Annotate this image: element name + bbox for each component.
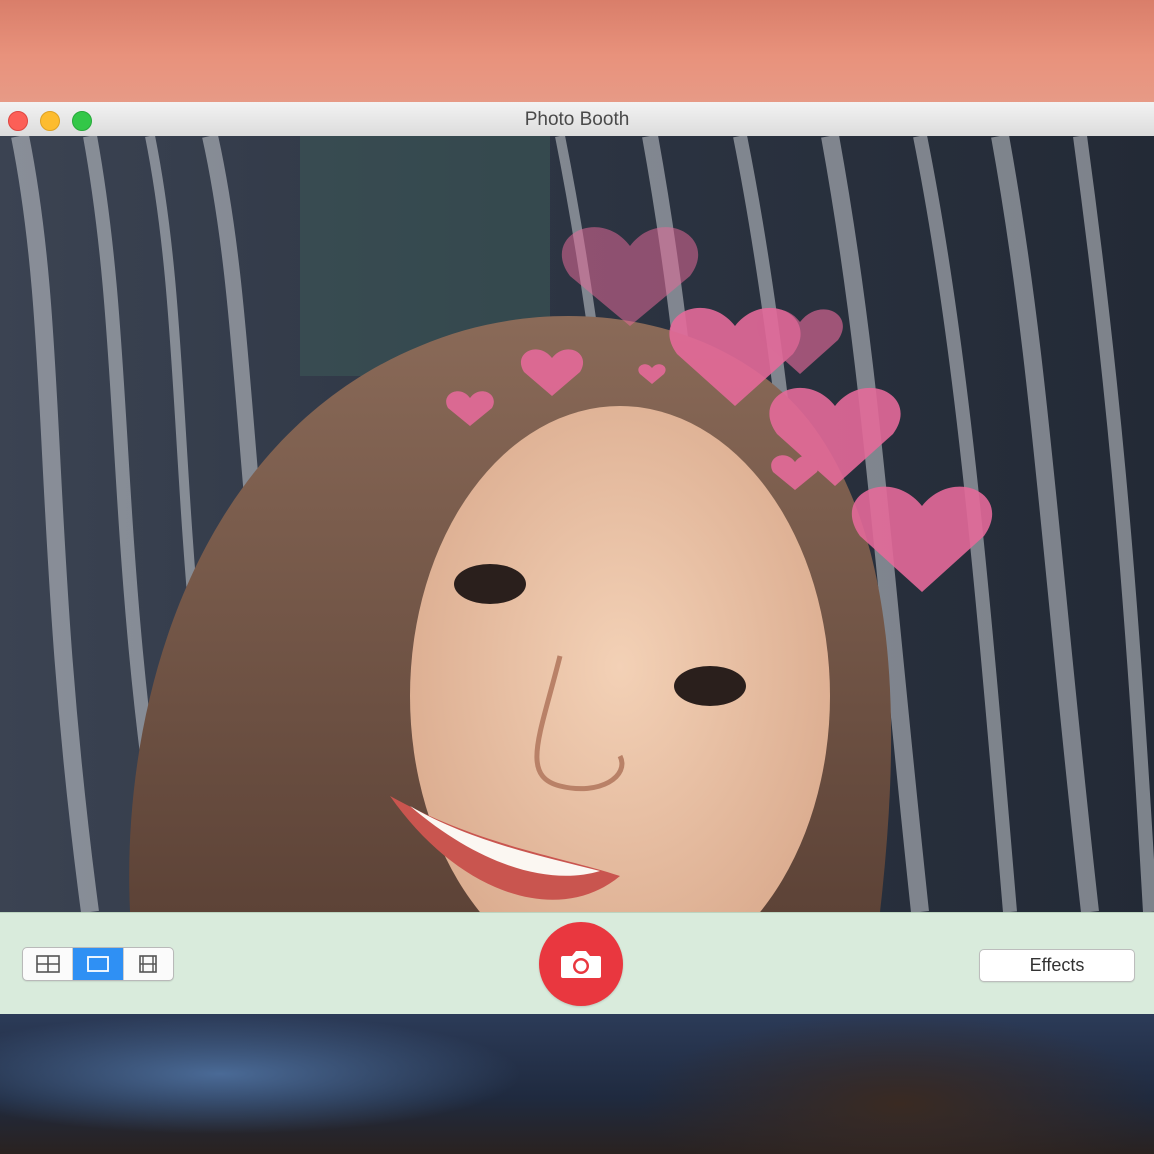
camera-icon — [561, 951, 601, 978]
desktop-wallpaper-bottom — [0, 1014, 1154, 1154]
photo-booth-window: Photo Booth Effects — [0, 102, 1154, 1014]
window-title: Photo Booth — [524, 109, 630, 130]
effects-button[interactable]: Effects — [979, 949, 1135, 982]
single-photo-icon[interactable] — [73, 948, 124, 980]
title-bar[interactable]: Photo Booth — [0, 102, 1154, 137]
desktop-wallpaper-top — [0, 0, 1154, 102]
take-photo-button[interactable] — [539, 922, 623, 1006]
grid-four-icon[interactable] — [23, 948, 74, 980]
bottom-toolbar: Effects — [0, 912, 1154, 1014]
layout-segmented-control — [22, 947, 174, 981]
filmstrip-icon[interactable] — [124, 948, 173, 980]
camera-preview — [0, 136, 1154, 912]
